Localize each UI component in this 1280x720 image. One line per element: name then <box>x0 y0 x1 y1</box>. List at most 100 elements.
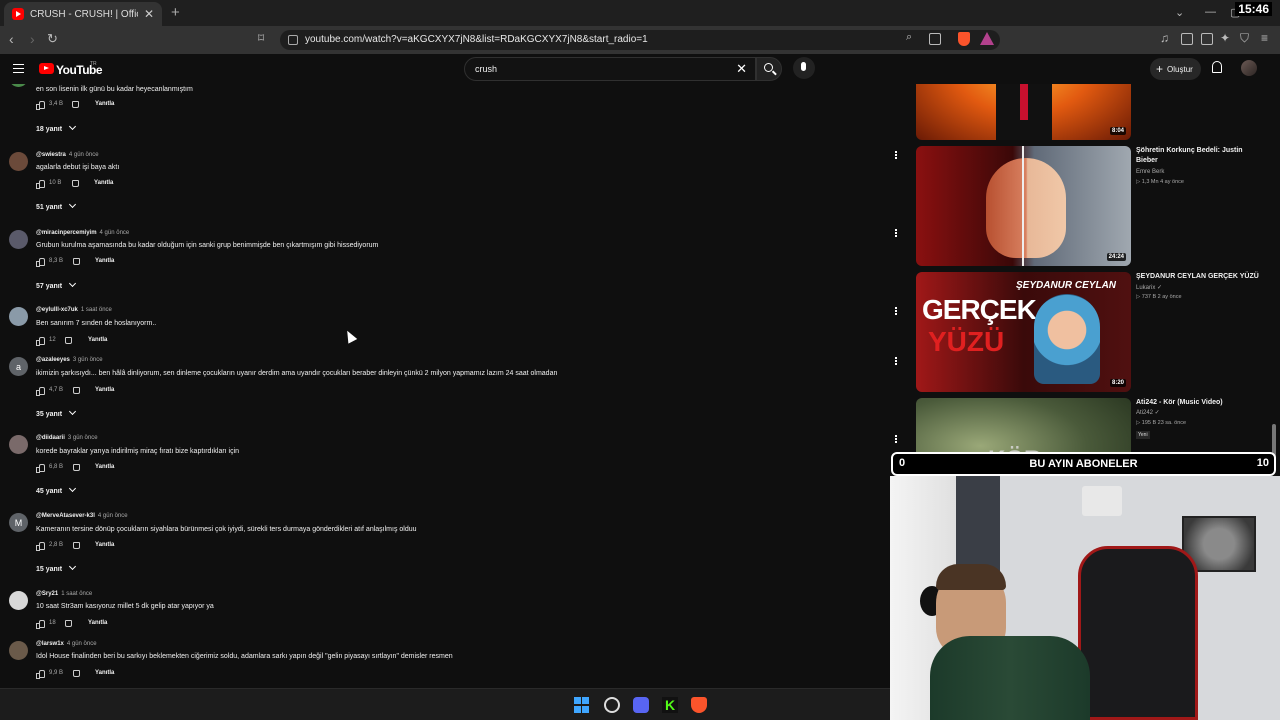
discord-icon[interactable] <box>633 697 649 713</box>
video-channel[interactable]: Emre Berk <box>1136 169 1164 175</box>
video-thumbnail[interactable]: 8:04 <box>916 84 1131 140</box>
back-icon[interactable]: ‹ <box>9 31 14 47</box>
comment-author[interactable]: @azaleeyes <box>36 357 70 363</box>
comment-time[interactable]: 3 gün önce <box>73 357 103 363</box>
comment-author[interactable]: @larsw1x <box>36 641 64 647</box>
reply-button[interactable]: Yanıtla <box>95 670 114 676</box>
reply-button[interactable]: Yanıtla <box>95 542 114 548</box>
dislike-icon[interactable] <box>65 620 72 627</box>
reload-icon[interactable]: ↻ <box>47 31 58 47</box>
comment-avatar[interactable] <box>9 152 28 171</box>
replies-toggle[interactable]: 57 yanıt <box>36 279 77 290</box>
dislike-icon[interactable] <box>73 258 80 265</box>
like-icon[interactable] <box>36 464 45 473</box>
brave-icon[interactable] <box>691 697 707 713</box>
sidebar-icon[interactable] <box>1181 33 1193 45</box>
browser-tab[interactable]: CRUSH - CRUSH! | Official Music ✕ <box>4 2 162 26</box>
search-box[interactable]: ✕ <box>464 57 756 81</box>
comment-avatar[interactable] <box>9 435 28 454</box>
like-icon[interactable] <box>36 387 45 396</box>
kick-icon[interactable]: K <box>662 697 678 713</box>
create-button[interactable]: + Oluştur <box>1150 58 1201 80</box>
comment-time[interactable]: 4 gün önce <box>98 513 128 519</box>
comment-avatar[interactable]: a <box>9 357 28 376</box>
like-icon[interactable] <box>36 258 45 267</box>
replies-toggle[interactable]: 18 yanıt <box>36 122 77 133</box>
comment-author[interactable]: @Sry21 <box>36 591 58 597</box>
reply-button[interactable]: Yanıtla <box>95 387 114 393</box>
bookmark-icon[interactable]: ⌑ <box>258 31 264 45</box>
video-thumbnail[interactable]: KÖR <box>916 398 1131 454</box>
comment-avatar[interactable] <box>9 307 28 326</box>
comment-author[interactable]: @miracinpercemiyim <box>36 230 97 236</box>
voice-search-icon[interactable] <box>793 57 815 79</box>
minimize-icon[interactable]: — <box>1205 6 1216 18</box>
comment-time[interactable]: 4 gün önce <box>67 641 97 647</box>
comment-author[interactable]: @eylulll-xc7uk <box>36 307 78 313</box>
comment-time[interactable]: 3 gün önce <box>68 435 98 441</box>
clear-search-icon[interactable]: ✕ <box>736 61 747 77</box>
tab-list-chevron-icon[interactable]: ⌄ <box>1175 6 1184 19</box>
like-icon[interactable] <box>36 337 45 346</box>
new-tab-button[interactable]: + <box>171 4 180 21</box>
video-title[interactable]: Şöhretin Korkunç Bedeli: Justin Bieber <box>1136 146 1260 166</box>
dislike-icon[interactable] <box>73 670 80 677</box>
address-bar[interactable]: youtube.com/watch?v=aKGCXYX7jN8&list=RDa… <box>280 30 1000 50</box>
replies-toggle[interactable]: 35 yanıt <box>36 407 77 418</box>
dislike-icon[interactable] <box>72 180 79 187</box>
dislike-icon[interactable] <box>72 101 79 108</box>
comment-time[interactable]: 1 saat önce <box>81 307 112 313</box>
notifications-bell-icon[interactable] <box>1212 61 1222 73</box>
cast-icon[interactable] <box>929 33 941 45</box>
video-title[interactable]: ŞEYDANUR CEYLAN GERÇEK YÜZÜ <box>1136 272 1260 282</box>
reply-button[interactable]: Yanıtla <box>88 337 107 343</box>
comment-time[interactable]: 4 gün önce <box>69 152 99 158</box>
dislike-icon[interactable] <box>73 387 80 394</box>
forward-icon[interactable]: › <box>30 31 35 47</box>
brave-rewards-icon[interactable] <box>980 32 994 45</box>
account-avatar[interactable] <box>1241 60 1257 76</box>
comment-avatar[interactable] <box>9 641 28 660</box>
replies-toggle[interactable]: 45 yanıt <box>36 484 77 495</box>
media-icon[interactable]: ♫ <box>1160 31 1169 45</box>
like-icon[interactable] <box>36 542 45 551</box>
search-button[interactable] <box>756 57 782 81</box>
like-icon[interactable] <box>36 101 45 110</box>
reply-button[interactable]: Yanıtla <box>88 620 107 626</box>
leo-ai-icon[interactable]: ✦ <box>1220 31 1230 45</box>
like-icon[interactable] <box>36 180 45 189</box>
video-thumbnail[interactable]: ŞEYDANUR CEYLAN GERÇEK YÜZÜ 8:20 <box>916 272 1131 392</box>
dislike-icon[interactable] <box>65 337 72 344</box>
youtube-logo-icon[interactable] <box>39 63 54 74</box>
comment-author[interactable]: @MerveAtasever-k3l <box>36 513 95 519</box>
brave-shields-icon[interactable] <box>958 32 970 46</box>
video-thumbnail[interactable]: 24:24 <box>916 146 1131 266</box>
reply-button[interactable]: Yanıtla <box>95 101 114 107</box>
site-info-icon[interactable] <box>288 35 298 45</box>
vpn-icon[interactable]: ⛉ <box>1240 31 1249 46</box>
comment-avatar[interactable] <box>9 230 28 249</box>
hamburger-menu-icon[interactable] <box>13 64 24 73</box>
comment-time[interactable]: 4 gün önce <box>100 230 130 236</box>
dislike-icon[interactable] <box>73 542 80 549</box>
comment-author[interactable]: @diidaarii <box>36 435 65 441</box>
reply-button[interactable]: Yanıtla <box>94 180 113 186</box>
app-icon[interactable] <box>604 697 620 713</box>
reply-button[interactable]: Yanıtla <box>95 258 114 264</box>
video-channel[interactable]: Ati242 ✓ <box>1136 409 1160 416</box>
like-icon[interactable] <box>36 670 45 679</box>
reply-button[interactable]: Yanıtla <box>95 464 114 470</box>
replies-toggle[interactable]: 15 yanıt <box>36 562 77 573</box>
comment-author[interactable]: @swiestra <box>36 152 66 158</box>
windows-start-icon[interactable] <box>574 697 590 713</box>
dislike-icon[interactable] <box>73 464 80 471</box>
comment-avatar[interactable] <box>9 591 28 610</box>
like-icon[interactable] <box>36 620 45 629</box>
video-title[interactable]: Ati242 - Kör (Music Video) <box>1136 398 1260 408</box>
search-input[interactable] <box>475 64 725 74</box>
wallet-icon[interactable] <box>1201 33 1213 45</box>
zoom-icon[interactable]: ⌕ <box>906 31 912 44</box>
comment-avatar[interactable] <box>9 84 28 87</box>
comment-time[interactable]: 1 saat önce <box>61 591 92 597</box>
tab-close-icon[interactable]: ✕ <box>144 7 154 21</box>
